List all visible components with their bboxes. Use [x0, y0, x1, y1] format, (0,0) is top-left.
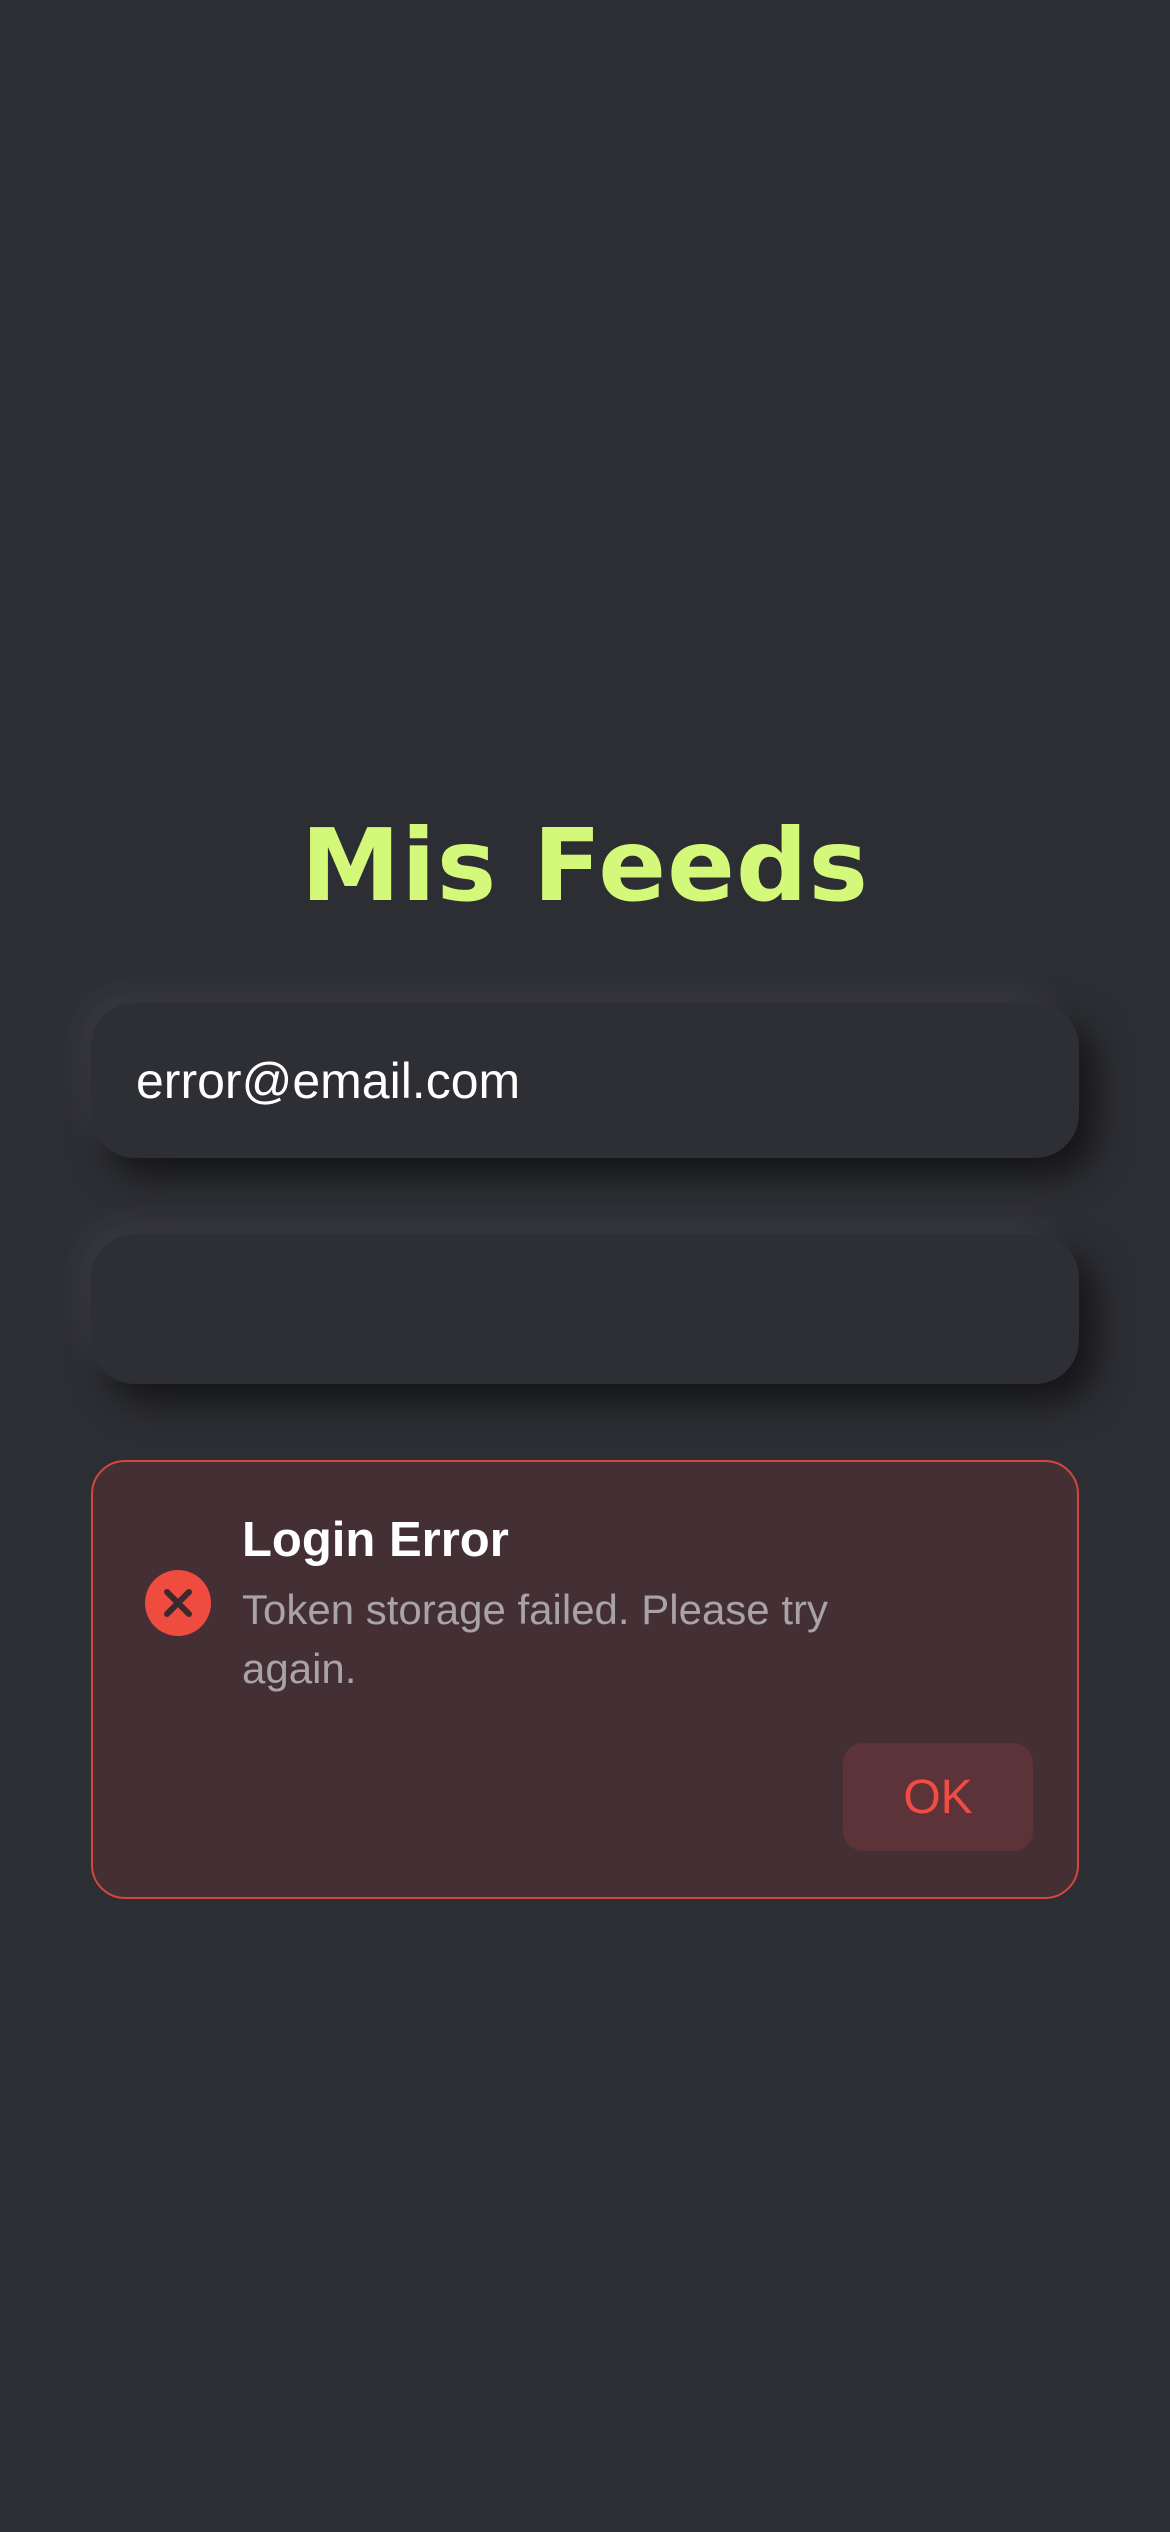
error-x-circle-icon	[145, 1570, 211, 1636]
password-input[interactable]	[91, 1234, 1079, 1384]
password-field-container[interactable]	[91, 1234, 1079, 1384]
login-screen: Mis Feeds Login Error Token storage fail…	[0, 0, 1170, 2532]
error-message: Token storage failed. Please try again.	[242, 1586, 828, 1692]
ok-button[interactable]: OK	[843, 1743, 1033, 1851]
error-title: Login Error	[242, 1513, 509, 1567]
email-input[interactable]	[91, 1003, 1079, 1158]
app-title: Mis Feeds	[300, 807, 870, 924]
login-error-alert: Login Error Token storage failed. Please…	[91, 1460, 1079, 1899]
email-field-container[interactable]	[91, 1003, 1079, 1158]
